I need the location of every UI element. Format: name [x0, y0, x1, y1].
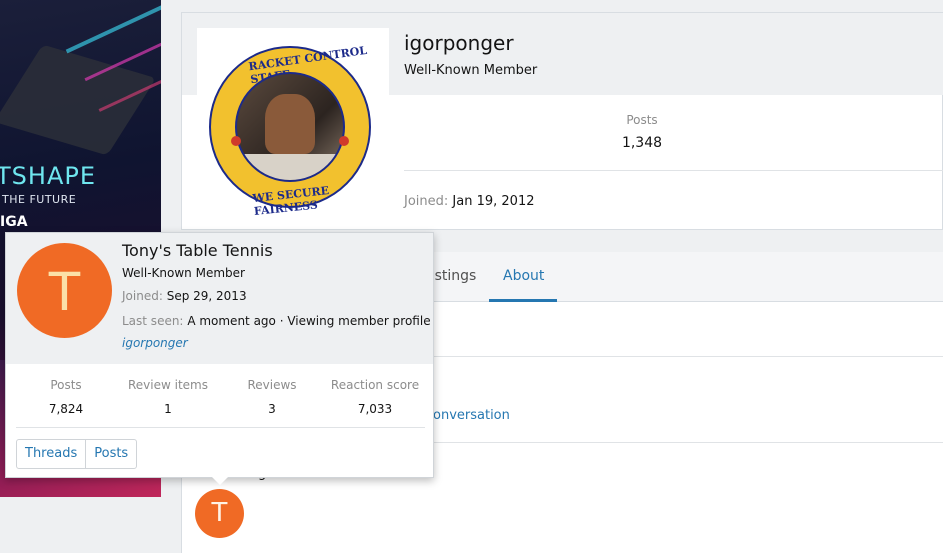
tooltip-viewing-profile-link[interactable]: igorponger: [122, 336, 188, 350]
stat-label: Reaction score: [330, 378, 420, 392]
ad-brand-text: TSHAPE: [0, 162, 96, 190]
tooltip-button-group: Threads Posts: [16, 439, 138, 469]
badge-paddle-icon: [231, 136, 241, 146]
tooltip-stat-reviews: Reviews 3: [217, 378, 327, 416]
stat-label: Reviews: [247, 378, 297, 392]
badge-table: [237, 154, 343, 180]
member-user-title: Well-Known Member: [404, 63, 538, 78]
member-joined: Joined: Jan 19, 2012: [404, 194, 534, 209]
tooltip-stat-review-items: Review items 1: [113, 378, 223, 416]
tooltip-last-seen: Last seen: A moment ago · Viewing member…: [122, 314, 431, 328]
threads-button[interactable]: Threads: [17, 440, 85, 468]
stat-label: Posts: [50, 378, 82, 392]
stat-value[interactable]: 7,824: [11, 402, 121, 416]
tooltip-stat-reaction-score: Reaction score 7,033: [320, 378, 430, 416]
posts-stat-label: Posts: [626, 113, 658, 127]
badge-paddle-icon: [339, 136, 349, 146]
start-conversation-link[interactable]: onversation: [433, 408, 510, 423]
follower-avatar[interactable]: T: [195, 489, 244, 538]
tooltip-divider: [16, 427, 425, 428]
tooltip-joined-date: Sep 29, 2013: [166, 289, 247, 303]
tab-about[interactable]: About: [503, 268, 544, 284]
member-tooltip: T Tony's Table Tennis Well-Known Member …: [5, 232, 434, 478]
stat-value[interactable]: 7,033: [320, 402, 430, 416]
badge-photo: [235, 72, 345, 182]
stat-label: Review items: [128, 378, 208, 392]
tooltip-arrow: [211, 476, 229, 485]
stat-value[interactable]: 3: [217, 402, 327, 416]
badge-person: [265, 94, 315, 154]
ad-tagline: THE FUTURE: [2, 193, 77, 206]
badge-bottom-text: WE SECURE FAIRNESS: [251, 184, 330, 218]
member-header: RACKET CONTROL STAFF WE SECURE FAIRNESS …: [181, 12, 943, 230]
stat-value[interactable]: 1: [113, 402, 223, 416]
joined-date: Jan 19, 2012: [452, 194, 535, 209]
joined-label: Joined:: [404, 194, 449, 209]
tooltip-avatar[interactable]: T: [17, 243, 112, 338]
member-divider: [404, 170, 943, 171]
member-username: igorponger: [404, 31, 514, 55]
tooltip-joined: Joined: Sep 29, 2013: [122, 289, 247, 303]
member-avatar[interactable]: RACKET CONTROL STAFF WE SECURE FAIRNESS: [197, 28, 389, 220]
tooltip-stat-posts: Posts 7,824: [11, 378, 121, 416]
tooltip-last-seen-label: Last seen:: [122, 314, 184, 328]
tooltip-username[interactable]: Tony's Table Tennis: [122, 241, 273, 260]
tooltip-joined-label: Joined:: [122, 289, 163, 303]
ad-logo: IGA: [0, 214, 28, 230]
tooltip-user-title: Well-Known Member: [122, 266, 245, 280]
posts-stat-value[interactable]: 1,348: [602, 135, 682, 151]
posts-button[interactable]: Posts: [85, 440, 136, 468]
ad-streak: [65, 0, 161, 54]
racket-control-badge: RACKET CONTROL STAFF WE SECURE FAIRNESS: [209, 44, 371, 218]
ad-paddle-graphic: [0, 44, 157, 156]
tooltip-last-seen-value: A moment ago · Viewing member profile: [187, 314, 431, 328]
